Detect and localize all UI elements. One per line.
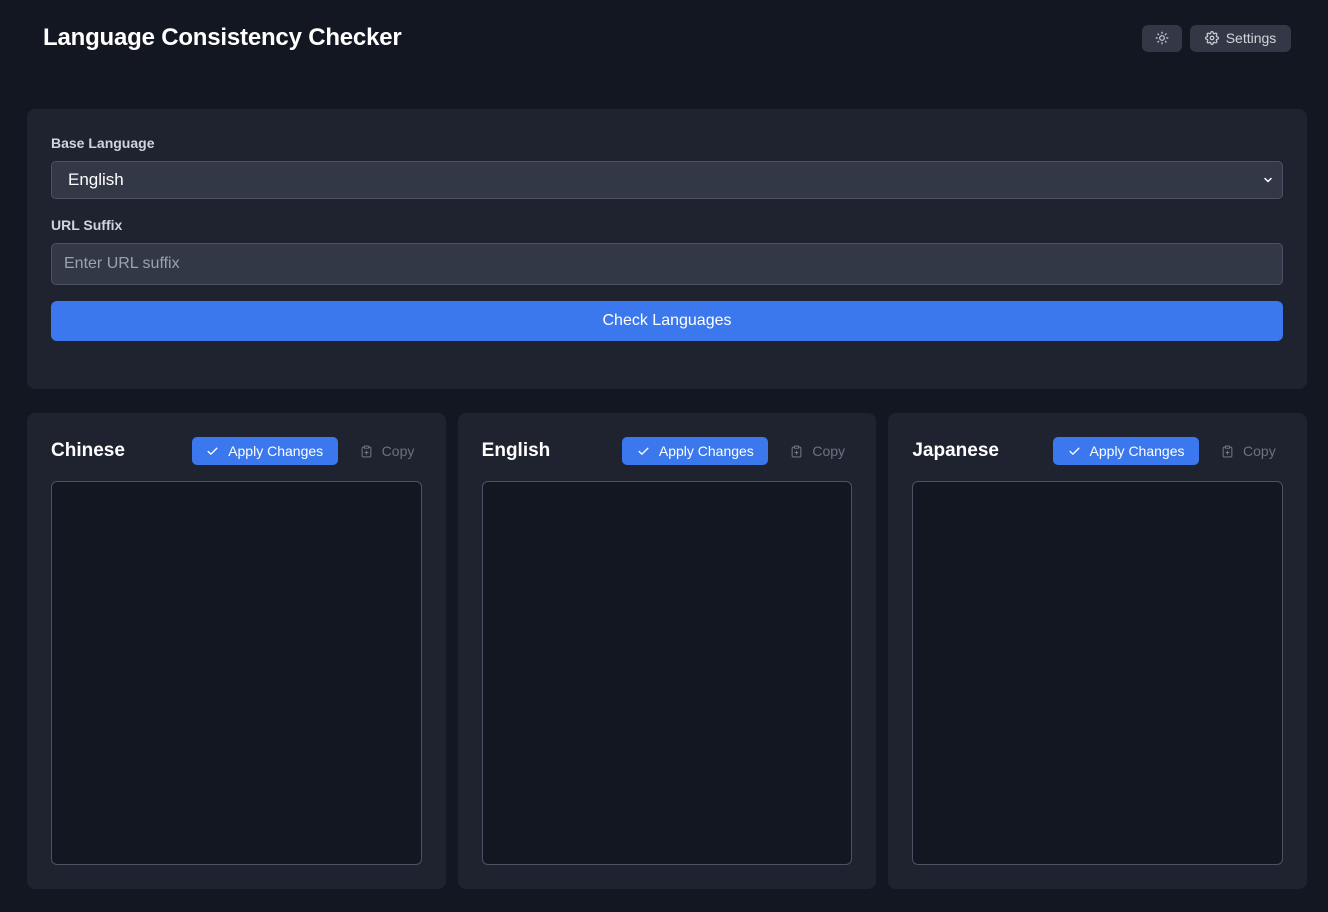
gear-icon [1204, 31, 1219, 45]
copy-label: Copy [1243, 443, 1276, 459]
check-icon [1069, 447, 1080, 455]
sun-icon [1155, 31, 1169, 45]
column-title: English [481, 440, 551, 461]
url-suffix-input[interactable] [51, 243, 1283, 285]
settings-label: Settings [1225, 30, 1277, 46]
copy-button[interactable]: Copy [352, 437, 422, 465]
chinese-textarea[interactable] [51, 481, 422, 865]
copy-button[interactable]: Copy [1213, 437, 1283, 465]
apply-changes-label: Apply Changes [1089, 443, 1185, 459]
column-header: Chinese Apply Changes Copy [51, 437, 422, 465]
header: Language Consistency Checker Settings [43, 22, 1291, 54]
base-language-value: English [68, 170, 124, 189]
apply-changes-button[interactable]: Apply Changes [191, 437, 338, 465]
column-title: Chinese [51, 440, 125, 461]
apply-changes-button[interactable]: Apply Changes [1053, 437, 1200, 465]
theme-toggle-button[interactable] [1142, 24, 1182, 52]
check-languages-button[interactable]: Check Languages [51, 301, 1283, 341]
settings-button[interactable]: Settings [1190, 24, 1291, 52]
copy-label: Copy [812, 443, 846, 459]
form-card: Base Language English URL Suffix Check L… [27, 109, 1307, 389]
column-title: Japanese [912, 440, 999, 461]
language-column-english: English Apply Changes Copy [457, 413, 877, 889]
apply-changes-button[interactable]: Apply Changes [622, 437, 769, 465]
check-icon [638, 447, 649, 455]
base-language-select[interactable]: English [51, 161, 1283, 199]
app-root: Language Consistency Checker Settings Ba… [0, 0, 1328, 912]
clipboard-icon [791, 445, 802, 457]
copy-button[interactable]: Copy [782, 437, 852, 465]
check-icon [207, 447, 218, 455]
base-language-label: Base Language [51, 135, 155, 151]
language-columns: Chinese Apply Changes Copy English Apply… [27, 413, 1308, 889]
apply-changes-label: Apply Changes [658, 443, 754, 459]
header-actions: Settings [1142, 24, 1291, 52]
clipboard-icon [1222, 445, 1233, 457]
url-suffix-label: URL Suffix [51, 217, 123, 233]
column-header: English Apply Changes Copy [482, 437, 853, 465]
page-title: Language Consistency Checker [43, 24, 402, 51]
japanese-textarea[interactable] [912, 481, 1284, 865]
apply-changes-label: Apply Changes [228, 443, 324, 459]
column-header: Japanese Apply Changes Copy [912, 437, 1283, 465]
clipboard-icon [361, 445, 372, 457]
english-textarea[interactable] [481, 481, 853, 865]
chevron-down-icon [1264, 177, 1272, 183]
language-column-japanese: Japanese Apply Changes Copy [888, 413, 1308, 889]
copy-label: Copy [381, 443, 415, 459]
language-column-chinese: Chinese Apply Changes Copy [27, 413, 446, 889]
